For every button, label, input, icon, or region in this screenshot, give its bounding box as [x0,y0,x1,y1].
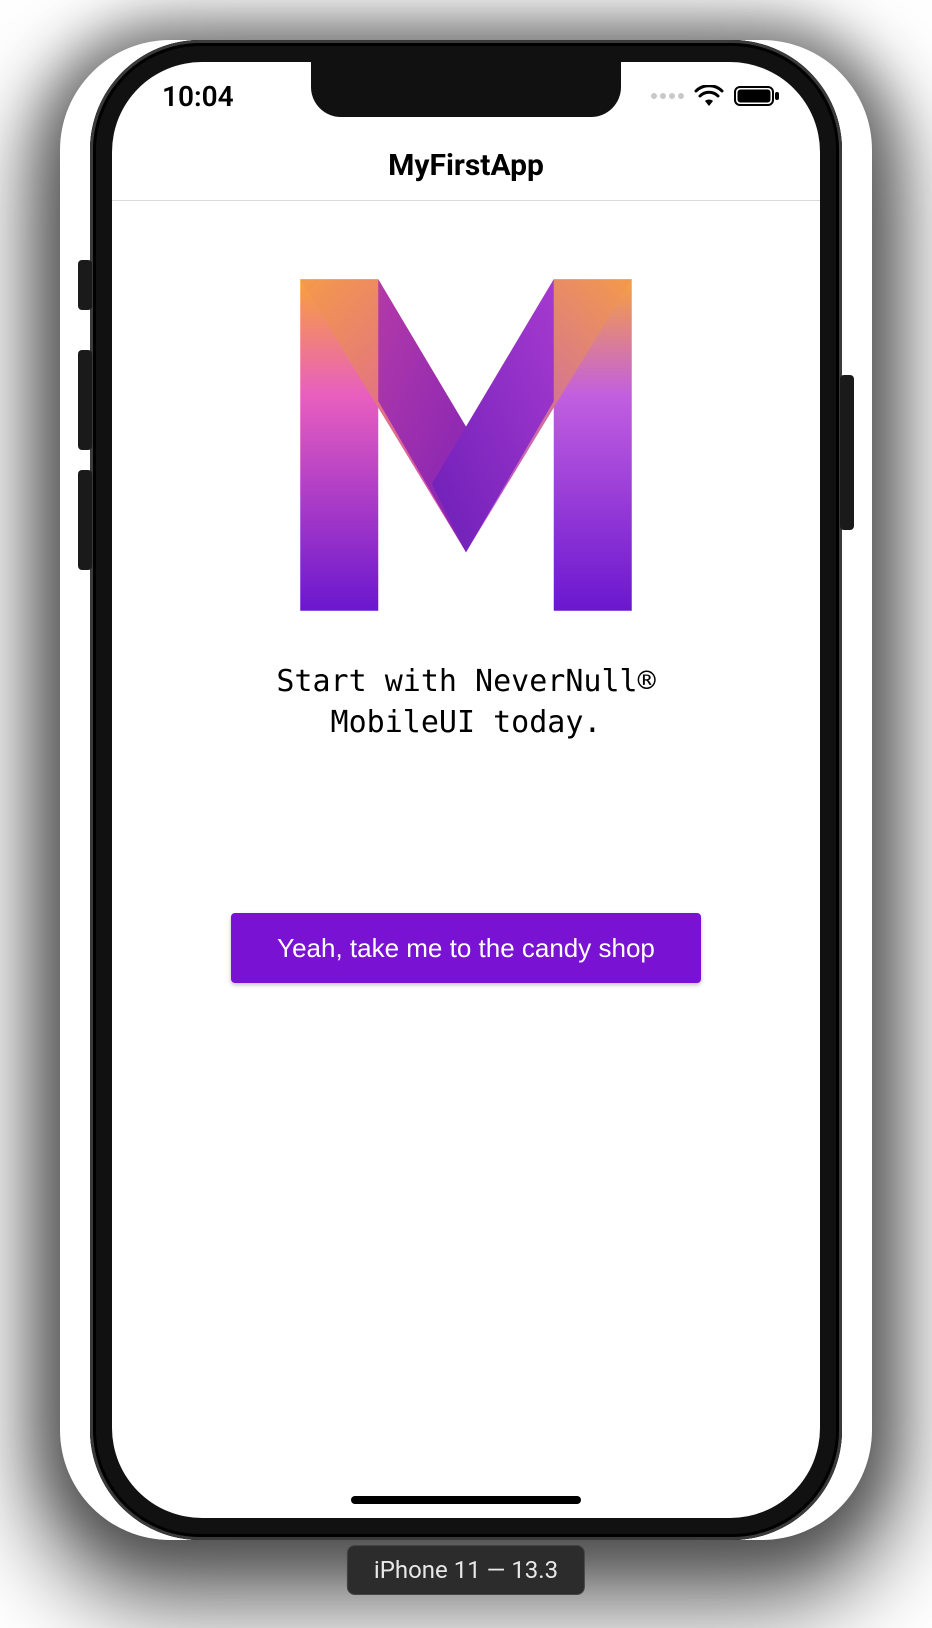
volume-down-button[interactable] [78,470,92,570]
wifi-icon [694,85,724,107]
home-indicator[interactable] [351,1496,581,1504]
app-logo-icon [271,250,661,644]
tagline-text: Start with NeverNull® MobileUI today. [276,662,655,743]
nav-title: MyFirstApp [388,148,544,183]
main-content: Start with NeverNull® MobileUI today. Ye… [112,220,820,1518]
cellular-signal-icon [651,93,684,99]
phone-frame: 10:04 [90,40,842,1540]
notch [311,62,621,117]
battery-icon [734,85,780,107]
simulator-device-label: iPhone 11 — 13.3 [347,1545,585,1595]
power-button[interactable] [840,375,854,530]
nav-bar: MyFirstApp [112,130,820,201]
cta-button-label: Yeah, take me to the candy shop [277,933,655,964]
mute-switch[interactable] [78,260,92,310]
status-time: 10:04 [162,80,234,113]
volume-up-button[interactable] [78,350,92,450]
screen: 10:04 [112,62,820,1518]
cta-button[interactable]: Yeah, take me to the candy shop [231,913,701,983]
